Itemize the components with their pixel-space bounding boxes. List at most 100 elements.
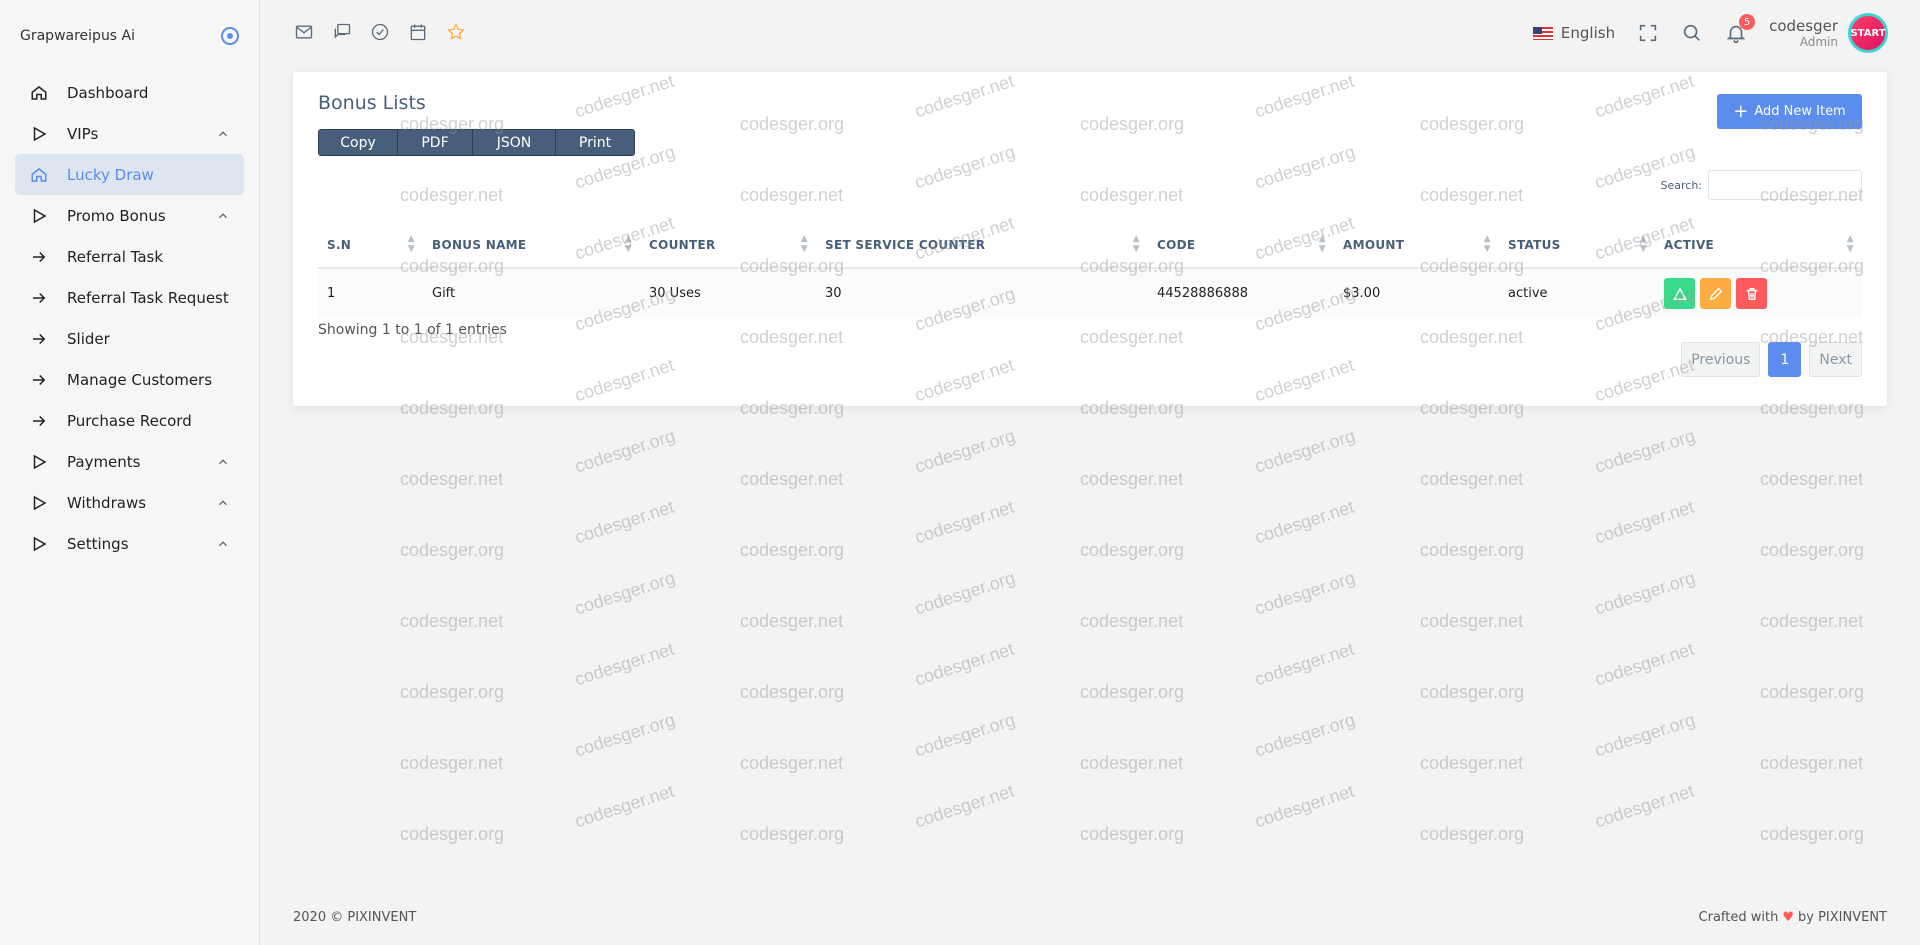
watermark-text: codesger.org — [740, 682, 845, 702]
sidebar-item-payments[interactable]: Payments — [15, 441, 244, 482]
sort-icon[interactable]: ▲ ▼ — [801, 234, 808, 254]
watermark-text: codesger.net — [1252, 638, 1357, 690]
watermark-text: codesger.net — [400, 753, 504, 773]
user-menu[interactable]: codesger Admin START — [1769, 13, 1888, 53]
watermark-text: codesger.org — [400, 682, 505, 702]
watermark-text: codesger.net — [1252, 496, 1357, 548]
watermark-text: codesger.net — [912, 496, 1017, 548]
play-icon — [29, 452, 49, 472]
col-status[interactable]: STATUS ▲ ▼ — [1499, 222, 1655, 269]
table-info: Showing 1 to 1 of 1 entries — [318, 322, 507, 338]
next-page-button[interactable]: Next — [1809, 342, 1862, 377]
watermark-text: codesger.org — [1760, 824, 1865, 844]
watermark-text: codesger.org — [1760, 682, 1865, 702]
edit-button[interactable] — [1700, 278, 1731, 309]
sidebar-toggle-icon[interactable] — [221, 27, 239, 45]
page-1-button[interactable]: 1 — [1768, 342, 1802, 377]
calendar-icon[interactable] — [408, 22, 428, 42]
sidebar-item-slider[interactable]: Slider — [15, 318, 244, 359]
print-button[interactable]: Print — [556, 130, 634, 155]
watermark-text: codesger.net — [400, 611, 504, 631]
add-new-item-label: Add New Item — [1754, 104, 1846, 119]
arrow-right-icon — [29, 411, 49, 431]
sidebar-item-referral-task-request[interactable]: Referral Task Request — [15, 277, 244, 318]
watermark-text: codesger.net — [1252, 780, 1357, 832]
play-icon — [29, 534, 49, 554]
sidebar-item-label: Referral Task Request — [67, 288, 229, 307]
watermark-text: codesger.net — [572, 496, 677, 548]
watermark-text: codesger.net — [1592, 496, 1697, 548]
sort-icon[interactable]: ▲ ▼ — [1640, 234, 1647, 254]
pdf-button[interactable]: PDF — [398, 130, 473, 155]
sidebar-item-withdraws[interactable]: Withdraws — [15, 482, 244, 523]
chevron-up-icon — [216, 537, 230, 551]
watermark-text: codesger.net — [1760, 469, 1864, 489]
bonus-list-card: Bonus Lists Copy PDF JSON Print + Add Ne… — [293, 72, 1887, 406]
sidebar-item-dashboard[interactable]: Dashboard — [15, 72, 244, 113]
topbar-shortcuts — [294, 22, 466, 42]
bell-icon[interactable]: 5 — [1725, 14, 1756, 44]
footer: 2020 © PIXINVENT Crafted with ♥ by PIXINVE… — [293, 910, 1887, 925]
activate-button[interactable] — [1664, 278, 1695, 309]
sort-icon[interactable]: ▲ ▼ — [1847, 234, 1854, 254]
cell-counter: 30 Uses — [640, 268, 816, 318]
delete-button[interactable] — [1736, 278, 1767, 309]
previous-page-button[interactable]: Previous — [1681, 342, 1761, 377]
cell-amount: $3.00 — [1334, 268, 1499, 318]
trash-icon — [1746, 287, 1757, 300]
language-label: English — [1560, 24, 1616, 42]
avatar[interactable]: START — [1848, 13, 1888, 53]
search-icon[interactable] — [1681, 22, 1703, 44]
sidebar-item-label: Payments — [67, 452, 141, 471]
sidebar-item-lucky-draw[interactable]: Lucky Draw — [15, 154, 244, 195]
json-button[interactable]: JSON — [473, 130, 556, 155]
sort-icon[interactable]: ▲ ▼ — [408, 234, 415, 254]
home-icon — [29, 165, 49, 185]
col-counter[interactable]: COUNTER ▲ ▼ — [640, 222, 816, 269]
sort-icon[interactable]: ▲ ▼ — [1133, 234, 1140, 254]
watermark-text: codesger.org — [572, 709, 678, 761]
sidebar-item-vips[interactable]: VIPs — [15, 113, 244, 154]
col-amount[interactable]: AMOUNT ▲ ▼ — [1334, 222, 1499, 269]
sort-icon[interactable]: ▲ ▼ — [625, 234, 632, 254]
sidebar-item-purchase-record[interactable]: Purchase Record — [15, 400, 244, 441]
watermark-text: codesger.org — [1252, 567, 1358, 619]
watermark-text: codesger.net — [740, 469, 844, 489]
search-input[interactable] — [1708, 170, 1862, 200]
col-code[interactable]: CODE ▲ ▼ — [1148, 222, 1334, 269]
watermark-text: codesger.net — [1592, 638, 1697, 690]
play-icon — [29, 206, 49, 226]
us-flag-icon — [1532, 26, 1553, 40]
arrow-right-icon — [29, 370, 49, 390]
watermark-text: codesger.org — [1592, 425, 1698, 477]
chat-icon[interactable] — [332, 22, 352, 42]
sort-icon[interactable]: ▲ ▼ — [1319, 234, 1326, 254]
sidebar-item-promo-bonus[interactable]: Promo Bonus — [15, 195, 244, 236]
mail-icon[interactable] — [294, 22, 314, 42]
chevron-up-icon — [216, 496, 230, 510]
pencil-icon — [1709, 287, 1722, 300]
language-selector[interactable]: English — [1532, 24, 1616, 42]
col-sn[interactable]: S.N ▲ ▼ — [318, 222, 423, 269]
cell-sn: 1 — [318, 268, 423, 318]
fullscreen-icon[interactable] — [1637, 22, 1659, 44]
search-label: Search: — [1660, 178, 1703, 192]
star-icon[interactable] — [446, 22, 466, 42]
sidebar-item-label: Withdraws — [67, 493, 147, 512]
sidebar-item-manage-customers[interactable]: Manage Customers — [15, 359, 244, 400]
sidebar-item-referral-task[interactable]: Referral Task — [15, 236, 244, 277]
watermark-text: codesger.net — [400, 469, 504, 489]
brand-name[interactable]: Grapwareipus Ai — [20, 28, 135, 44]
col-set-service-counter[interactable]: SET SERVICE COUNTER ▲ ▼ — [816, 222, 1148, 269]
copy-button[interactable]: Copy — [319, 130, 398, 155]
add-new-item-button[interactable]: + Add New Item — [1717, 94, 1862, 129]
sidebar-item-settings[interactable]: Settings — [15, 523, 244, 564]
sort-icon[interactable]: ▲ ▼ — [1484, 234, 1491, 254]
check-circle-icon[interactable] — [370, 22, 390, 42]
watermark-text: codesger.org — [740, 540, 845, 560]
watermark-text: codesger.org — [1080, 540, 1185, 560]
heart-icon: ♥ — [1782, 910, 1794, 925]
col-bonus-name[interactable]: BONUS NAME ▲ ▼ — [423, 222, 640, 269]
watermark-text: codesger.net — [572, 780, 677, 832]
col-active[interactable]: ACTIVE ▲ ▼ — [1655, 222, 1862, 269]
